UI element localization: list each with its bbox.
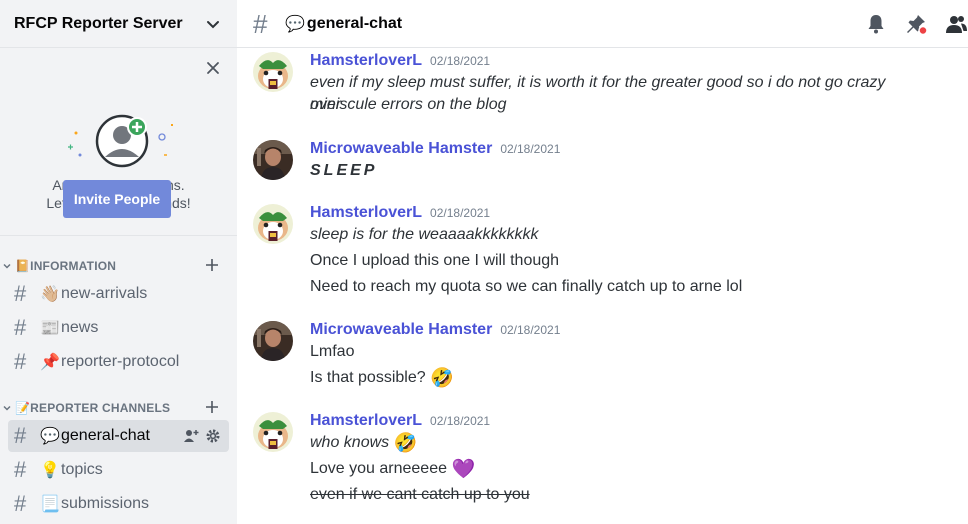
chevron-down-icon[interactable] (205, 16, 221, 32)
channel-general-chat[interactable]: # 💬 general-chat (8, 420, 229, 452)
message-header: Microwaveable Hamster 02/18/2021 (310, 321, 560, 339)
channel-emoji: 👋🏼 (40, 286, 60, 303)
channel-name: submissions (61, 495, 150, 512)
purple-heart-emoji-icon: 💜 (451, 459, 476, 480)
bell-icon[interactable] (864, 12, 888, 36)
channel-new-arrivals[interactable]: # 👋🏼 new-arrivals (8, 278, 229, 310)
channel-emoji: 💬 (285, 15, 305, 33)
hash-icon: # (14, 423, 27, 448)
channel-emoji: 📌 (40, 354, 60, 371)
channel-news[interactable]: # 📰 news (8, 312, 229, 344)
toolbar-icons (864, 12, 968, 36)
gear-icon[interactable] (205, 428, 221, 444)
user-photo-icon (253, 140, 293, 180)
member-list-icon[interactable] (944, 12, 968, 36)
message-text: sleep is for the weaaaakkkkkkkk (310, 226, 539, 243)
avatar-hamster[interactable] (253, 52, 293, 92)
channel-name: new-arrivals (61, 285, 148, 302)
message-header: HamsterloverL 02/18/2021 (310, 52, 490, 70)
channel-name: topics (61, 461, 103, 478)
timestamp: 02/18/2021 (430, 54, 491, 68)
channel-topbar: # 💬 general-chat (237, 0, 968, 48)
app-window: RFCP Reporter Server An Let's Invite Peo… (0, 0, 968, 524)
channel-name: reporter-protocol (61, 353, 180, 370)
message-text: Lmfao (310, 343, 355, 360)
category-label: 📝 REPORTER CHANNELS (15, 401, 170, 415)
avatar-hamster[interactable] (253, 412, 293, 452)
author-name[interactable]: HamsterloverL (310, 204, 422, 222)
close-icon[interactable] (205, 60, 221, 76)
timestamp: 02/18/2021 (430, 206, 491, 220)
chat-area: # 💬 general-chat HamsterloverL 02/18/202… (237, 0, 968, 524)
message-line: Love you arneeeee 💜 (310, 458, 910, 481)
category-emoji: 📝 (15, 401, 31, 415)
author-name[interactable]: Microwaveable Hamster (310, 321, 492, 339)
category-name: REPORTER CHANNELS (30, 401, 171, 415)
message-text: Need to reach my quota so we can finally… (310, 278, 743, 295)
message-text: Is that possible? (310, 369, 426, 386)
avatar-photo[interactable] (253, 321, 293, 361)
channel-title: general-chat (306, 14, 403, 32)
channel-emoji: 💬 (40, 428, 60, 445)
hash-icon: # (14, 315, 27, 340)
channel-emoji: 📃 (40, 496, 60, 513)
message-text: Once I upload this one I will though (310, 252, 560, 269)
category-name: INFORMATION (30, 259, 117, 273)
hamster-avatar-icon (253, 412, 293, 452)
channel-emoji: 📰 (40, 320, 60, 337)
message-line: Is that possible? 🤣 (310, 367, 910, 390)
channel-actions (183, 428, 221, 444)
message-text: miniscule errors on the blog (310, 96, 507, 113)
category-information[interactable]: 📔 INFORMATION (0, 256, 237, 276)
add-channel-icon[interactable] (205, 400, 219, 414)
hash-icon: # (14, 457, 27, 482)
message-header: HamsterloverL 02/18/2021 (310, 412, 490, 430)
timestamp: 02/18/2021 (430, 414, 491, 428)
add-friend-illustration-icon (68, 114, 173, 168)
message-header: Microwaveable Hamster 02/18/2021 (310, 140, 560, 158)
timestamp: 02/18/2021 (500, 142, 561, 156)
chevron-down-icon (3, 405, 11, 411)
author-name[interactable]: HamsterloverL (310, 52, 422, 70)
hash-icon: # (14, 281, 27, 306)
message-line: who knows 🤣 (310, 432, 910, 455)
create-invite-icon[interactable] (183, 428, 199, 444)
channel-emoji: 💡 (40, 462, 60, 479)
message-text: SLEEP (310, 162, 378, 179)
channel-reporter-protocol[interactable]: # 📌 reporter-protocol (8, 346, 229, 378)
rofl-emoji-icon: 🤣 (393, 433, 418, 454)
server-name: RFCP Reporter Server (14, 14, 183, 32)
channel-submissions[interactable]: # 📃 submissions (8, 488, 229, 520)
category-label: 📔 INFORMATION (15, 259, 116, 273)
hash-icon: # (253, 8, 268, 39)
chevron-down-icon (3, 263, 11, 269)
timestamp: 02/18/2021 (500, 323, 561, 337)
channel-topics[interactable]: # 💡 topics (8, 454, 229, 486)
message-text: even if we cant catch up to you (310, 486, 530, 503)
hamster-avatar-icon (253, 52, 293, 92)
hash-icon: # (14, 349, 27, 374)
channel-sidebar: RFCP Reporter Server An Let's Invite Peo… (0, 0, 237, 524)
message-text: who knows (310, 434, 390, 451)
hamster-avatar-icon (253, 204, 293, 244)
user-photo-icon (253, 321, 293, 361)
author-name[interactable]: HamsterloverL (310, 412, 422, 430)
channel-name: general-chat (61, 427, 150, 444)
message-text: Love you arneeeee (310, 460, 447, 477)
message-header: HamsterloverL 02/18/2021 (310, 204, 490, 222)
invite-people-button[interactable]: Invite People (63, 180, 171, 218)
pin-icon[interactable] (904, 12, 928, 36)
channel-name: news (61, 319, 99, 336)
hash-icon: # (14, 491, 27, 516)
avatar-photo[interactable] (253, 140, 293, 180)
add-channel-icon[interactable] (205, 258, 219, 272)
avatar-hamster[interactable] (253, 204, 293, 244)
category-emoji: 📔 (15, 259, 31, 273)
category-reporter-channels[interactable]: 📝 REPORTER CHANNELS (0, 398, 237, 418)
rofl-emoji-icon: 🤣 (430, 368, 454, 389)
author-name[interactable]: Microwaveable Hamster (310, 140, 492, 158)
server-header[interactable]: RFCP Reporter Server (0, 0, 237, 48)
